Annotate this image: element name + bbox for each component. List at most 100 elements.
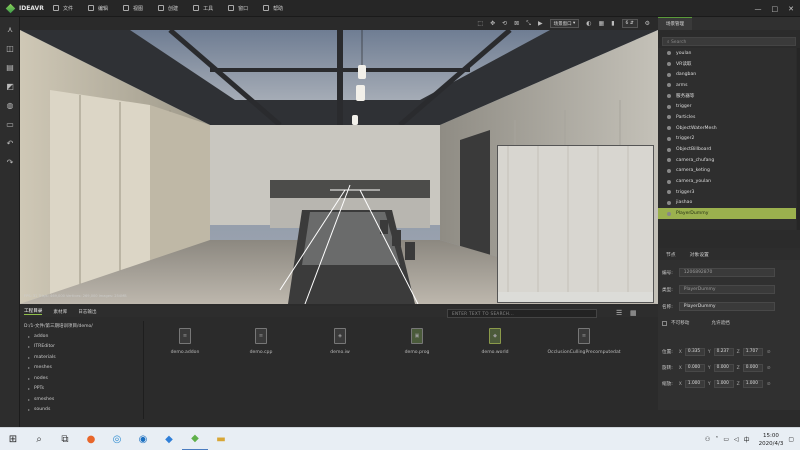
menu-create[interactable]: 创建 — [152, 0, 187, 17]
scene-viewport[interactable]: 相机1027001219 ▾ 300x300 ▾ ✕ — [20, 30, 658, 304]
select-tool-icon[interactable]: ⬚ — [477, 20, 483, 27]
scale-z[interactable]: 1.000 — [742, 380, 763, 388]
file-item[interactable]: ≡ OcclusionCullingPrecomputedat — [529, 328, 639, 355]
file-item[interactable]: ◈ demo.iw — [300, 328, 380, 355]
visibility-icon[interactable] — [667, 179, 671, 184]
network-icon[interactable]: ▭ — [723, 436, 729, 443]
scale-x[interactable]: 1.000 — [684, 380, 705, 388]
tree-item[interactable]: ObjectWaterMesh — [658, 123, 796, 134]
expand-icon[interactable]: ▸ — [28, 386, 30, 391]
asset-search-input[interactable]: ENTER TEXT TO SEARCH... — [447, 309, 597, 318]
vr-tool-icon[interactable]: ▭ — [3, 117, 17, 131]
redo-icon[interactable]: ↷ — [3, 155, 17, 169]
rotate-tool-icon[interactable]: ⟲ — [502, 20, 507, 27]
camera-icon[interactable]: ▮ — [611, 20, 614, 27]
menu-view[interactable]: 视图 — [117, 0, 152, 17]
undo-icon[interactable]: ↶ — [3, 136, 17, 150]
scale-y[interactable]: 1.000 — [713, 380, 734, 388]
tree-item[interactable]: arms — [658, 80, 796, 91]
visibility-icon[interactable] — [667, 200, 671, 205]
expand-icon[interactable]: ▸ — [28, 365, 30, 370]
play-icon[interactable]: ▶ — [538, 20, 543, 27]
menu-window[interactable]: 窗口 — [222, 0, 257, 17]
visibility-icon[interactable] — [667, 115, 671, 120]
chevron-up-icon[interactable]: ˄ — [715, 436, 718, 443]
folder-item[interactable]: ▸ materials — [20, 352, 140, 363]
tree-item[interactable]: 服务器等 — [658, 91, 796, 102]
scene-search-input[interactable]: ⌕ Search — [662, 37, 796, 46]
app-blue-icon[interactable]: ◆ — [156, 428, 182, 450]
axis-tool-icon[interactable]: ⋏ — [3, 22, 17, 36]
expand-icon[interactable]: ▸ — [28, 397, 30, 402]
visibility-icon[interactable] — [667, 158, 671, 163]
snap-tool-icon[interactable]: ⊠ — [514, 20, 519, 27]
tree-item[interactable]: camera_keting — [658, 166, 796, 177]
folder-item[interactable]: ▸ PPTs — [20, 384, 140, 395]
reset-position-icon[interactable]: ⊘ — [767, 350, 771, 355]
position-z[interactable]: 1.707 — [742, 348, 763, 356]
ideavr-taskbar-icon[interactable]: ◆ — [182, 428, 208, 450]
tab-asset-library[interactable]: 素材库 — [53, 309, 67, 315]
file-item[interactable]: ≡ demo.cpp — [221, 328, 301, 355]
tree-item[interactable]: trigger2 — [658, 134, 796, 145]
file-explorer-icon[interactable]: ▬ — [208, 428, 234, 450]
clock[interactable]: 15:00 2020/4/3 — [759, 432, 784, 448]
notification-icon[interactable]: ▢ — [788, 436, 794, 443]
folder-item[interactable]: ▸ nodes — [20, 373, 140, 384]
node-tool-icon[interactable]: ▤ — [3, 60, 17, 74]
move-tool-icon[interactable]: ✥ — [490, 20, 495, 27]
start-icon[interactable]: ⊞ — [0, 428, 26, 450]
visibility-icon[interactable] — [667, 168, 671, 173]
reset-rotation-icon[interactable]: ⊘ — [767, 366, 771, 371]
file-item[interactable]: ≡ demo.addon — [145, 328, 225, 355]
camera-select[interactable]: 场景窗口 ▾ — [549, 19, 580, 28]
volume-icon[interactable]: ◁ — [734, 436, 739, 443]
visibility-icon[interactable] — [667, 72, 671, 77]
tab-log-output[interactable]: 日志输出 — [78, 309, 96, 315]
folder-item[interactable]: ▸ meshes — [20, 363, 140, 374]
visibility-icon[interactable] — [667, 83, 671, 88]
folder-item[interactable]: ▸ ITREditor — [20, 342, 140, 353]
menu-file[interactable]: 文件 — [47, 0, 82, 17]
tree-item[interactable]: trigger3 — [658, 187, 796, 198]
search-icon[interactable]: ⌕ — [26, 428, 52, 450]
visibility-icon[interactable] — [667, 104, 671, 109]
tree-item-selected[interactable]: PlayerDummy — [658, 208, 796, 219]
shading-icon[interactable]: ◐ — [586, 20, 591, 27]
tab-object-settings[interactable]: 对象设置 — [690, 251, 709, 258]
expand-icon[interactable]: ▸ — [28, 334, 30, 339]
rotation-x[interactable]: 0.000 — [684, 364, 705, 372]
cube-tool-icon[interactable]: ◫ — [3, 41, 17, 55]
tree-item[interactable]: trigger — [658, 101, 796, 112]
reset-scale-icon[interactable]: ⊘ — [767, 382, 771, 387]
file-item[interactable]: ▣ demo.prog — [377, 328, 457, 355]
tab-node[interactable]: 节点 — [666, 251, 676, 258]
visibility-icon[interactable] — [667, 126, 671, 131]
position-y[interactable]: 0.237 — [713, 348, 734, 356]
person-icon[interactable]: ⚇ — [705, 436, 710, 443]
tree-item[interactable]: jiashao — [658, 198, 796, 209]
project-divider[interactable] — [143, 321, 144, 419]
camera-preview-panel[interactable]: 相机1027001219 ▾ 300x300 ▾ ✕ — [497, 145, 654, 303]
position-x[interactable]: 0.335 — [684, 348, 705, 356]
tab-project-directory[interactable]: 工程目录 — [24, 308, 43, 315]
material-tool-icon[interactable]: ◍ — [3, 98, 17, 112]
folder-item[interactable]: ▸ sounds — [20, 405, 140, 416]
tree-item[interactable]: camera_chufang — [658, 155, 796, 166]
grid-view-icon[interactable]: ▦ — [630, 309, 637, 317]
expand-icon[interactable]: ▸ — [28, 407, 30, 412]
tree-item[interactable]: VR读取 — [658, 59, 796, 70]
minimize-icon[interactable]: — — [755, 5, 762, 13]
firefox-icon[interactable]: ● — [78, 428, 104, 450]
close-icon[interactable]: ✕ — [788, 5, 794, 13]
tree-item[interactable]: Particles — [658, 112, 796, 123]
rotation-y[interactable]: 0.000 — [713, 364, 734, 372]
task-view-icon[interactable]: ⧉ — [52, 428, 78, 450]
maximize-icon[interactable]: □ — [772, 5, 779, 13]
visibility-icon[interactable] — [667, 94, 671, 99]
speed-field[interactable]: 6 ⇵ — [621, 19, 638, 28]
folder-item[interactable]: ▸ addon — [20, 331, 140, 342]
menu-tools[interactable]: 工具 — [187, 0, 222, 17]
expand-icon[interactable]: ▸ — [28, 355, 30, 360]
scale-tool-icon[interactable]: ⤡ — [526, 20, 531, 28]
